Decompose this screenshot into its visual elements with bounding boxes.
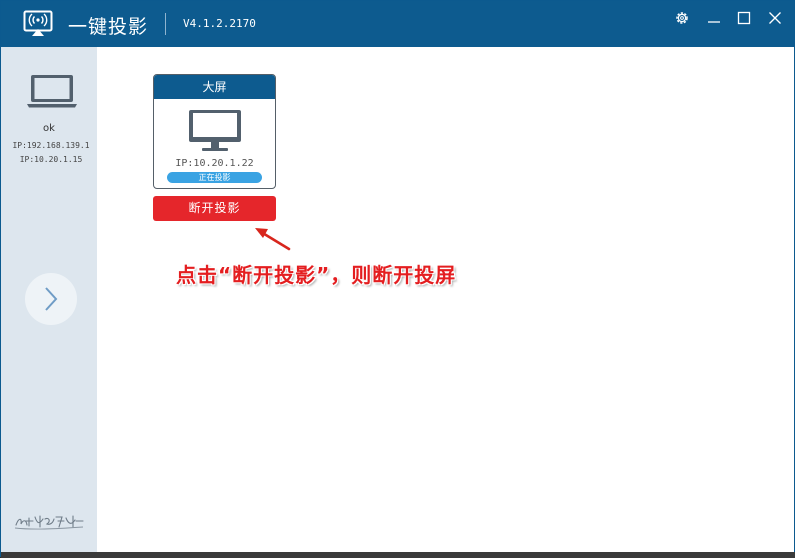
device-ip-2: IP:10.20.1.15: [19, 155, 83, 164]
monitor-icon: [189, 110, 241, 151]
card-title: 大屏: [154, 75, 275, 99]
status-badge: 正在投影: [167, 172, 262, 183]
settings-button[interactable]: [673, 9, 691, 27]
next-page-button[interactable]: [25, 273, 77, 325]
gear-icon: [676, 12, 688, 24]
sidebar: ok IP:192.168.139.1 IP:10.20.1.15: [1, 47, 97, 556]
maximize-icon: [737, 11, 751, 25]
card-ip: IP:10.20.1.22: [175, 158, 254, 169]
close-icon: [769, 12, 781, 24]
instruction-annotation: 点击“断开投影”，则断开投屏: [176, 263, 457, 287]
cast-logo-icon: [23, 10, 53, 36]
title-bar[interactable]: 一键投影 V4.1.2.2170: [1, 1, 794, 47]
handwritten-slogan: [14, 515, 84, 530]
app-title: 一键投影: [68, 16, 149, 38]
laptop-icon: [27, 75, 77, 108]
device-ip-1: IP:192.168.139.1: [12, 141, 90, 150]
app-version: V4.1.2.2170: [183, 17, 256, 30]
minimize-button[interactable]: [705, 9, 723, 27]
device-name: ok: [43, 123, 55, 134]
taskbar-strip: [1, 552, 795, 558]
chevron-right-icon: [45, 287, 58, 311]
maximize-button[interactable]: [735, 9, 753, 27]
device-card[interactable]: 大屏 IP:10.20.1.22 正在投影: [153, 74, 276, 189]
annotation-arrow-icon: [255, 228, 291, 251]
app-window: 一键投影 V4.1.2.2170 ok IP:192.168.139.1 IP:…: [0, 0, 795, 558]
minimize-icon: [708, 21, 720, 23]
disconnect-button[interactable]: 断开投影: [153, 196, 276, 221]
title-divider: [165, 13, 166, 35]
close-button[interactable]: [766, 9, 784, 27]
